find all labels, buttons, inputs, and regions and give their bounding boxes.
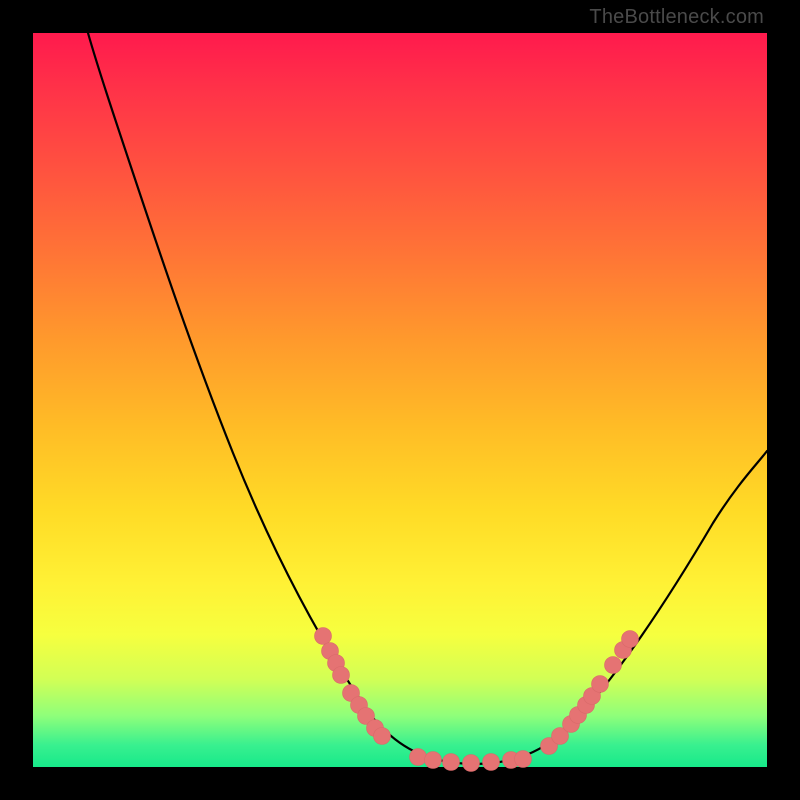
right-branch-dots-dot	[622, 631, 639, 648]
chart-overlay	[33, 33, 767, 767]
valley-dots-dot	[410, 749, 427, 766]
left-branch-dots-dot	[315, 628, 332, 645]
valley-dots-dot	[483, 754, 500, 771]
valley-dots-dot	[425, 752, 442, 769]
bottleneck-curve	[88, 33, 767, 764]
valley-dots-dot	[463, 755, 480, 772]
marker-layer	[315, 628, 639, 772]
left-branch-dots-dot	[333, 667, 350, 684]
valley-dots-dot	[515, 751, 532, 768]
right-branch-dots-dot	[605, 657, 622, 674]
attribution-text: TheBottleneck.com	[589, 6, 764, 29]
left-branch-dots-dot	[374, 728, 391, 745]
valley-dots-dot	[443, 754, 460, 771]
right-branch-dots-dot	[592, 676, 609, 693]
chart-frame: TheBottleneck.com	[0, 0, 800, 800]
